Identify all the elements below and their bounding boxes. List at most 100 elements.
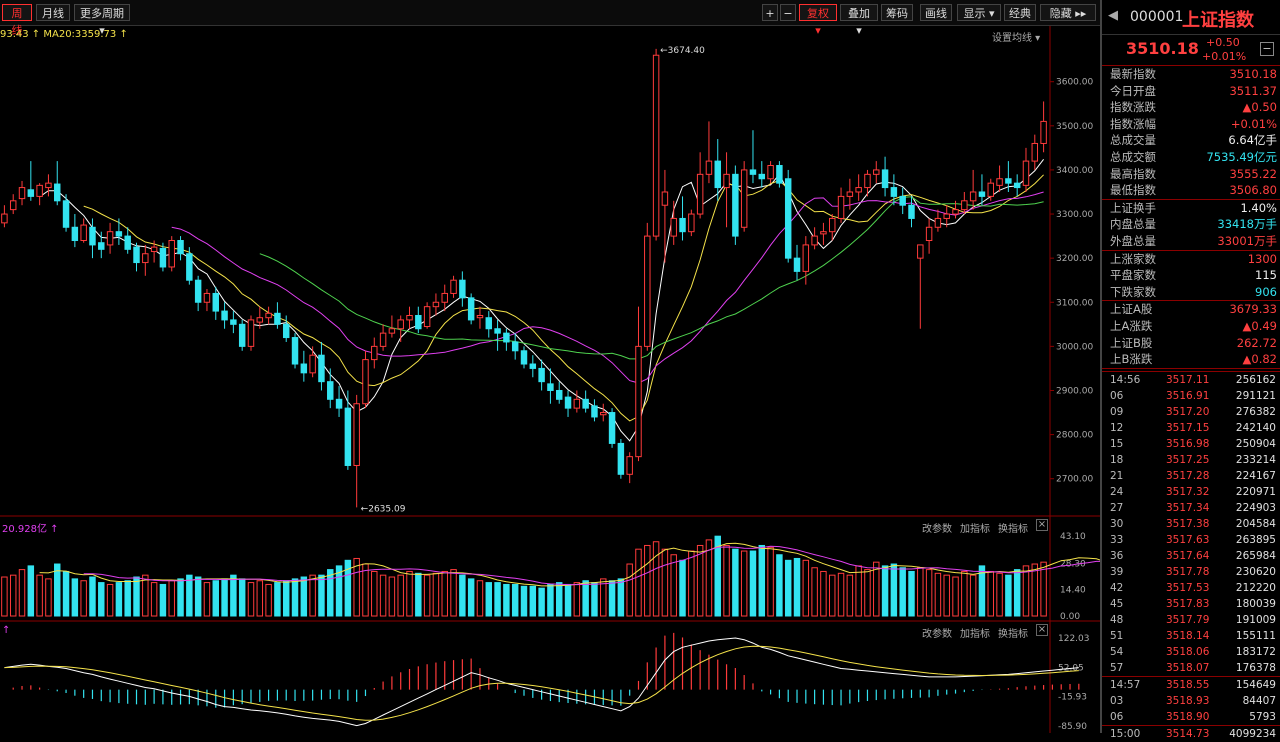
tick-volume: 180039 (1235, 597, 1276, 610)
candle-body (230, 319, 237, 325)
candle-body (1013, 182, 1021, 189)
candle-body (194, 279, 202, 303)
tab-monthly[interactable]: 月线 (36, 4, 70, 21)
candle-body (441, 292, 448, 303)
tick-volume: 191009 (1235, 613, 1276, 626)
vol-close-icon[interactable]: × (1036, 519, 1048, 531)
volume-bar (124, 580, 131, 617)
stat-label: 最新指数 (1110, 67, 1156, 81)
volume-bar (300, 576, 308, 617)
zoom-out-button[interactable]: − (780, 4, 796, 21)
volume-bar (696, 544, 704, 617)
volume-bar (626, 563, 633, 617)
candle-body (18, 187, 26, 200)
tick-time: 06 (1110, 710, 1124, 723)
candle-body (688, 213, 695, 233)
vol-switch-indicator-button[interactable]: 换指标 (998, 520, 1028, 535)
candle-body (617, 442, 625, 475)
ma-line (259, 196, 1044, 360)
candle-body (626, 456, 633, 475)
adjust-button[interactable]: 复权 ▾ (799, 4, 837, 37)
candle-body (608, 412, 616, 444)
tick-price: 3518.93 (1166, 694, 1210, 707)
volume-bar (186, 574, 193, 617)
chips-button[interactable]: 筹码 (881, 4, 913, 21)
stat-row: 最新指数 3510.18 (1102, 66, 1280, 83)
volume-bar (327, 569, 334, 617)
display-button[interactable]: 显示 ▾ (957, 4, 1001, 21)
volume-bar (476, 580, 484, 617)
kline-chart-area[interactable]: 3600.00 3500.00 3400.00 3300.00 3200.00 3100.… (0, 26, 1100, 733)
tick-volume: 5793 (1249, 710, 1276, 723)
draw-line-button[interactable]: 画线 (920, 4, 952, 21)
candle-body (864, 173, 871, 189)
volume-legend: 20.928亿 ↑ (2, 524, 59, 535)
tick-row: 21 3517.28 224167 (1102, 468, 1280, 484)
macd-tick-label: -15.93 (1058, 692, 1087, 702)
collapse-icon[interactable]: − (1260, 42, 1274, 56)
tick-row: 15:00 3514.73 4099234 (1102, 724, 1280, 742)
macd-switch-indicator-button[interactable]: 换指标 (998, 625, 1028, 640)
candle-body (934, 217, 942, 228)
price-tick-label: 3100.00 (1056, 298, 1093, 308)
tick-row: 06 3516.91 291121 (1102, 388, 1280, 404)
tick-row: 57 3518.07 176378 (1102, 660, 1280, 676)
volume-bar (441, 570, 448, 617)
hide-panel-button[interactable]: 隐藏 ▸▸ (1040, 4, 1096, 21)
macd-add-indicator-button[interactable]: 加指标 (960, 625, 990, 640)
candle-body (9, 200, 17, 211)
tick-time: 57 (1110, 661, 1124, 674)
volume-bar (767, 546, 774, 617)
macd-close-icon[interactable]: × (1036, 624, 1048, 636)
stat-label: 平盘家数 (1110, 268, 1156, 283)
volume-tick-label: 43.10 (1060, 532, 1086, 542)
stat-label: 最低指数 (1110, 183, 1156, 198)
stat-row: 平盘家数 115 (1102, 267, 1280, 284)
zoom-in-button[interactable]: + (762, 4, 778, 21)
candle-body (344, 407, 352, 466)
stat-value: 262.72 (1236, 335, 1277, 350)
candle-body (899, 195, 906, 206)
vol-change-params-button[interactable]: 改参数 (922, 520, 952, 535)
tick-row: 15 3516.98 250904 (1102, 436, 1280, 452)
volume-bar (1031, 563, 1039, 617)
prev-arrow-icon[interactable]: ◀ (1108, 8, 1118, 23)
volume-bar (908, 570, 915, 617)
volume-bar (529, 585, 537, 617)
candle-body (503, 332, 510, 343)
vol-add-indicator-button[interactable]: 加指标 (960, 520, 990, 535)
volume-bar (555, 582, 563, 617)
tick-volume: 224167 (1235, 469, 1276, 482)
candle-body (811, 235, 818, 246)
index-header: ◀ 000001 上证指数 (1102, 0, 1280, 35)
volume-bar (379, 574, 387, 617)
tab-weekly[interactable]: 周线 (2, 4, 32, 37)
tick-price: 3517.11 (1166, 373, 1210, 386)
candle-body (723, 173, 730, 189)
set-ma-button[interactable]: 设置均线 ▾ (992, 29, 1040, 44)
tick-volume: 220971 (1235, 485, 1276, 498)
classic-button[interactable]: 经典 (1004, 4, 1036, 21)
candle-body (62, 200, 70, 228)
volume-bar (503, 583, 510, 617)
volume-bar (168, 580, 175, 617)
stat-row: 上证A股 3679.33 (1102, 301, 1280, 318)
candle-body (925, 226, 933, 242)
macd-dea-line (4, 645, 1079, 721)
volume-bar (221, 578, 228, 617)
macd-change-params-button[interactable]: 改参数 (922, 625, 952, 640)
candle-body (133, 246, 140, 264)
candle-body (221, 310, 228, 321)
ma-line (39, 158, 1044, 442)
candle-body (45, 182, 52, 189)
tick-time: 06 (1110, 389, 1124, 402)
candle-body (467, 297, 475, 321)
candle-body (784, 178, 792, 259)
tab-more-periods[interactable]: 更多周期 ▾ (74, 4, 130, 37)
index-code: 000001 (1130, 9, 1184, 25)
volume-bar (177, 578, 184, 617)
candle-body (635, 345, 642, 458)
stat-row: 总成交量 6.64亿手 (1102, 132, 1280, 149)
stat-row: 上B涨跌 ▲0.82 (1102, 351, 1280, 369)
overlay-button[interactable]: 叠加 ▾ (840, 4, 878, 37)
